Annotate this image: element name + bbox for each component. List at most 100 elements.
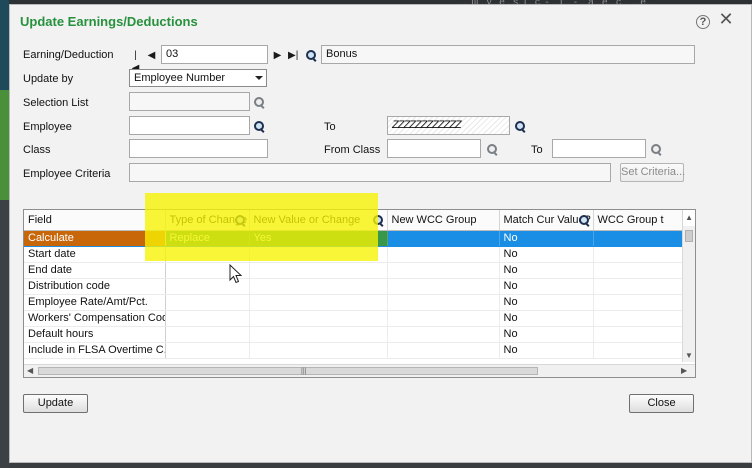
cell-field[interactable]: Calculate	[24, 230, 166, 247]
cell-field[interactable]: Workers' Compensation Code	[24, 310, 166, 327]
cell-match-cur-value[interactable]: No	[499, 278, 594, 295]
cell-wcc-group-to[interactable]	[593, 294, 683, 311]
vertical-scrollbar[interactable]: ▼	[682, 226, 695, 362]
first-record-icon[interactable]: |◀	[131, 49, 140, 74]
cell-wcc-group-to[interactable]	[593, 310, 683, 327]
cell-type-of-change[interactable]	[165, 310, 250, 327]
cell-match-cur-value[interactable]: No	[499, 294, 594, 311]
table-row[interactable]: Workers' Compensation Code No	[24, 310, 683, 327]
close-button[interactable]: Close	[629, 394, 694, 413]
scroll-left-arrow-icon[interactable]: ◀	[27, 366, 33, 375]
cell-field[interactable]: End date	[24, 262, 166, 279]
cell-wcc-group-to[interactable]	[593, 246, 683, 263]
scroll-up-arrow-icon[interactable]: ▲	[685, 213, 693, 222]
table-row[interactable]: Include in FLSA Overtime C... No	[24, 342, 683, 359]
to-class-input[interactable]	[552, 139, 646, 158]
cell-wcc-group-to[interactable]	[593, 278, 683, 295]
match-cur-value-finder-icon[interactable]	[578, 214, 591, 227]
chevron-down-icon	[255, 76, 263, 80]
horizontal-scroll-thumb[interactable]: |||	[38, 367, 538, 375]
table-row[interactable]: Start date No	[24, 246, 683, 263]
cell-type-of-change[interactable]	[165, 246, 250, 263]
horizontal-scrollbar[interactable]: ◀ ||| ▶	[24, 364, 695, 377]
set-criteria-button[interactable]: Set Criteria...	[620, 163, 685, 182]
cell-type-of-change[interactable]	[165, 294, 250, 311]
cell-new-wcc-group[interactable]	[387, 278, 500, 295]
column-header-wcc-group-to[interactable]: WCC Group t	[593, 210, 683, 231]
cell-wcc-group-to[interactable]	[593, 262, 683, 279]
column-header-new-value-label: New Value or Change	[253, 213, 361, 226]
earning-deduction-code-input[interactable]: 03	[161, 45, 268, 64]
cell-new-value[interactable]	[249, 278, 388, 295]
selection-list-search-icon[interactable]	[253, 96, 266, 109]
cell-field[interactable]: Start date	[24, 246, 166, 263]
column-header-new-value[interactable]: New Value or Change	[249, 210, 388, 231]
cell-field[interactable]: Default hours	[24, 326, 166, 343]
from-class-label: From Class	[324, 144, 381, 156]
cell-wcc-group-to[interactable]	[593, 230, 683, 247]
cell-new-value[interactable]	[249, 246, 388, 263]
column-header-type-of-change[interactable]: Type of Change	[165, 210, 250, 231]
cell-new-wcc-group[interactable]	[387, 230, 500, 247]
cell-new-wcc-group[interactable]	[387, 310, 500, 327]
cell-field[interactable]: Include in FLSA Overtime C...	[24, 342, 166, 359]
cell-new-wcc-group[interactable]	[387, 246, 500, 263]
cell-new-value[interactable]: Yes	[249, 230, 388, 247]
vertical-scroll-thumb[interactable]	[685, 230, 693, 242]
employee-from-search-icon[interactable]	[253, 120, 266, 133]
cell-type-of-change[interactable]: Replace	[165, 230, 250, 247]
update-by-select[interactable]: Employee Number	[129, 69, 267, 87]
employee-label: Employee	[23, 121, 72, 133]
cell-new-value[interactable]	[249, 262, 388, 279]
cell-match-cur-value[interactable]: No	[499, 262, 594, 279]
cell-wcc-group-to[interactable]	[593, 326, 683, 343]
help-icon[interactable]: ?	[696, 15, 710, 29]
next-record-icon[interactable]: ▶	[273, 49, 282, 62]
cell-field[interactable]: Distribution code	[24, 278, 166, 295]
employee-to-input[interactable]: ZZZZZZZZZZZZ	[387, 116, 510, 135]
scroll-right-arrow-icon[interactable]: ▶	[681, 366, 687, 375]
table-row[interactable]: Employee Rate/Amt/Pct. No	[24, 294, 683, 311]
cell-match-cur-value[interactable]: No	[499, 246, 594, 263]
cell-match-cur-value[interactable]: No	[499, 230, 594, 247]
type-of-change-finder-icon[interactable]	[234, 214, 247, 227]
to-class-search-icon[interactable]	[650, 143, 663, 156]
column-header-new-wcc-group[interactable]: New WCC Group	[387, 210, 500, 231]
cell-match-cur-value[interactable]: No	[499, 326, 594, 343]
cell-type-of-change[interactable]	[165, 326, 250, 343]
table-row[interactable]: Calculate Replace Yes No	[24, 230, 683, 247]
scroll-down-arrow-icon[interactable]: ▼	[685, 351, 693, 360]
table-row[interactable]: Default hours No	[24, 326, 683, 343]
close-icon[interactable]: ✕	[718, 10, 734, 28]
grid-header-row: Field Type of Change New Value or Change…	[24, 210, 683, 231]
cell-new-value[interactable]	[249, 342, 388, 359]
earnings-update-grid[interactable]: Field Type of Change New Value or Change…	[23, 209, 696, 378]
employee-to-search-icon[interactable]	[514, 120, 527, 133]
cell-field[interactable]: Employee Rate/Amt/Pct.	[24, 294, 166, 311]
previous-record-icon[interactable]: ◀	[147, 49, 156, 62]
employee-from-input[interactable]	[129, 116, 250, 135]
cell-wcc-group-to[interactable]	[593, 342, 683, 359]
cell-new-wcc-group[interactable]	[387, 342, 500, 359]
from-class-input[interactable]	[387, 139, 481, 158]
table-row[interactable]: Distribution code No	[24, 278, 683, 295]
class-input[interactable]	[129, 139, 268, 158]
cell-new-value[interactable]	[249, 310, 388, 327]
cell-match-cur-value[interactable]: No	[499, 342, 594, 359]
column-header-field[interactable]: Field	[24, 210, 166, 231]
earning-deduction-finder-search-icon[interactable]	[305, 49, 318, 62]
cell-new-value[interactable]	[249, 294, 388, 311]
cell-new-wcc-group[interactable]	[387, 262, 500, 279]
cell-type-of-change[interactable]	[165, 342, 250, 359]
last-record-icon[interactable]: ▶|	[288, 49, 298, 62]
cell-new-value[interactable]	[249, 326, 388, 343]
cell-new-wcc-group[interactable]	[387, 294, 500, 311]
new-value-finder-icon[interactable]	[372, 214, 385, 227]
cell-new-wcc-group[interactable]	[387, 326, 500, 343]
column-header-match-cur-value[interactable]: Match Cur Value?	[499, 210, 594, 231]
table-row[interactable]: End date No	[24, 262, 683, 279]
update-button[interactable]: Update	[23, 394, 88, 413]
from-class-search-icon[interactable]	[486, 143, 499, 156]
sidebar-lower	[0, 200, 9, 468]
cell-match-cur-value[interactable]: No	[499, 310, 594, 327]
